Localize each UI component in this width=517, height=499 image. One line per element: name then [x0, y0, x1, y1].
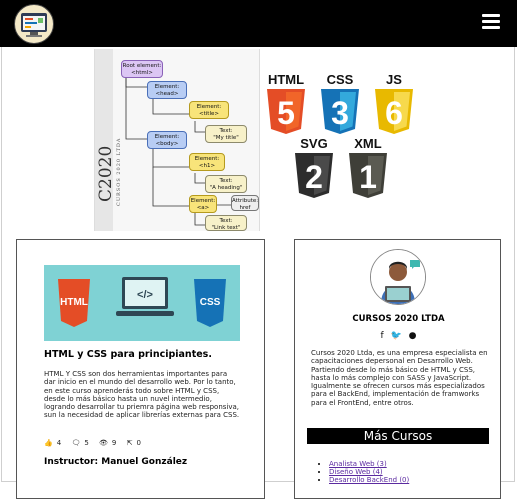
svg-text:3: 3	[331, 95, 349, 131]
tree-node-body: Element: <body>	[147, 131, 187, 149]
tree-node-a: Element: <a>	[189, 195, 217, 213]
tree-node-h1: Element: <h1>	[189, 153, 225, 171]
top-navbar	[0, 0, 517, 47]
views-stat: 👁 9	[99, 439, 117, 447]
xml1-shield-icon: XML 1	[346, 136, 390, 199]
company-profile-card: CURSOS 2020 LTDA f 🐦 ● Cursos 2020 Ltda,…	[294, 239, 501, 499]
svg-text:5: 5	[277, 95, 295, 131]
svg-text:HTML: HTML	[60, 297, 88, 308]
list-item: Diseño Web (4)	[329, 468, 409, 476]
svg-text:1: 1	[359, 159, 377, 195]
more-courses-heading: Más Cursos	[307, 428, 489, 444]
svg-text:</>: </>	[137, 289, 153, 301]
share-icon: ⇱	[126, 439, 133, 447]
more-courses-list: Analista Web (3) Diseño Web (4) Desarrol…	[321, 460, 409, 485]
tree-node-h1-text: Text: "A heading"	[205, 175, 247, 193]
tree-node-link-text: Text: "Link text"	[205, 215, 247, 231]
list-item: Desarrollo BackEnd (0)	[329, 476, 409, 484]
company-name: CURSOS 2020 LTDA	[352, 314, 445, 324]
course-stats: 👍 4 🗨 5 👁 9 ⇱ 0	[44, 439, 149, 447]
tree-node-head: Element: <head>	[147, 81, 187, 99]
tree-node-html: Root element: <html>	[121, 60, 163, 78]
svg-text:6: 6	[385, 95, 403, 131]
course-banner-image[interactable]: HTML </> CSS	[44, 265, 240, 341]
company-avatar	[370, 249, 426, 305]
list-item: Analista Web (3)	[329, 460, 409, 468]
tree-node-title: Element: <title>	[189, 101, 229, 119]
course-description: HTML Y CSS son dos herramientas importan…	[44, 370, 240, 420]
comments-stat[interactable]: 🗨 5	[71, 439, 92, 447]
course-card[interactable]: HTML </> CSS HTML y CSS para principiant…	[16, 239, 265, 499]
js6-shield-icon: JS 6	[372, 72, 416, 135]
html5-shield-icon: HTML 5	[264, 72, 308, 135]
svg-text:2: 2	[305, 159, 323, 195]
comment-icon: 🗨	[71, 439, 81, 447]
likes-stat[interactable]: 👍 4	[44, 439, 65, 447]
company-description: Cursos 2020 Ltda, es una empresa especia…	[311, 349, 488, 407]
facebook-icon[interactable]: f	[381, 331, 384, 341]
social-links: f 🐦 ●	[295, 331, 502, 341]
eye-icon: 👁	[99, 439, 108, 447]
tech-badges: HTML 5 CSS 3 JS 6 SVG 2 XML 1	[262, 72, 422, 199]
svg2-shield-icon: SVG 2	[292, 136, 336, 199]
code-editor-icon[interactable]	[14, 4, 54, 44]
course-instructor: Instructor: Manuel González	[44, 457, 188, 467]
svg-text:CSS: CSS	[200, 297, 221, 308]
hamburger-icon[interactable]	[482, 14, 500, 30]
course-link-analista-web[interactable]: Analista Web (3)	[329, 460, 387, 468]
shares-stat[interactable]: ⇱ 0	[127, 439, 145, 447]
course-link-diseno-web[interactable]: Diseño Web (4)	[329, 468, 383, 476]
course-link-backend[interactable]: Desarrollo BackEnd (0)	[329, 476, 409, 484]
css3-shield-icon: CSS 3	[318, 72, 362, 135]
dom-tree-diagram: C2020 CURSOS 2020 LTDA Root element: <htm…	[94, 49, 260, 231]
thumbs-up-icon: 👍	[44, 439, 53, 447]
github-icon[interactable]: ●	[409, 331, 417, 341]
course-title[interactable]: HTML y CSS para principiantes.	[44, 349, 212, 360]
tree-node-href: Attribute: href	[231, 195, 259, 211]
tree-node-title-text: Text: "My title"	[205, 125, 247, 143]
twitter-icon[interactable]: 🐦	[391, 331, 402, 341]
